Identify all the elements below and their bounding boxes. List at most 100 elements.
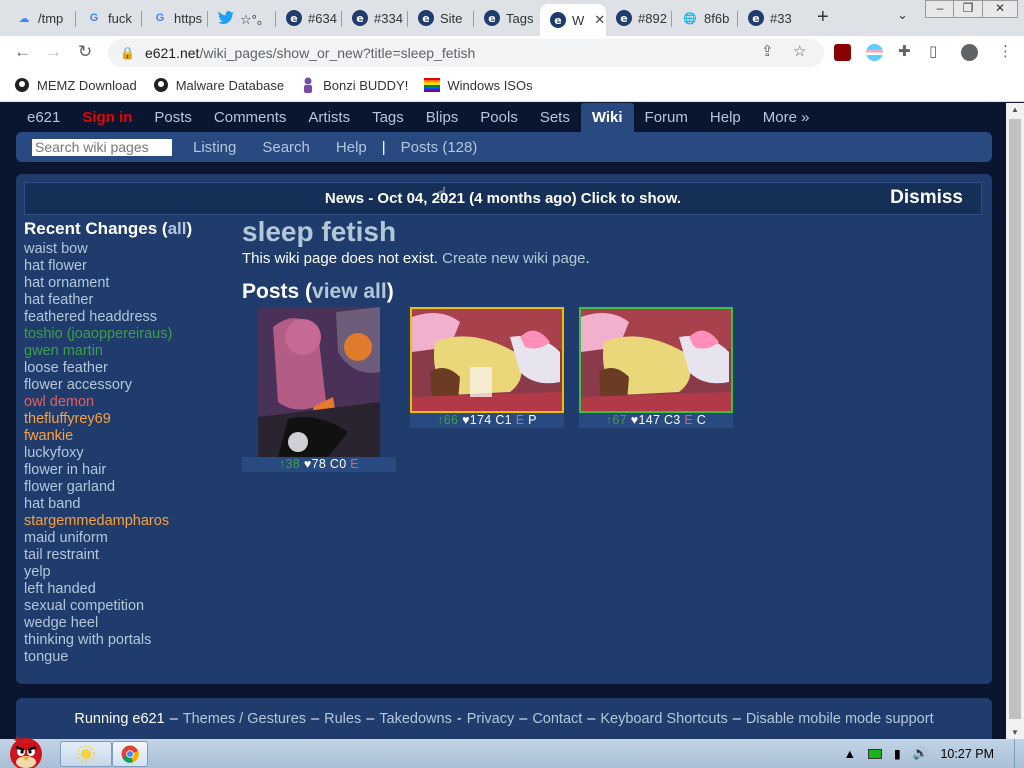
news-banner[interactable]: News - Oct 04, 2021 (4 months ago) Click… bbox=[24, 182, 982, 215]
recent-change-link[interactable]: flower accessory bbox=[24, 377, 224, 394]
recent-change-link[interactable]: loose feather bbox=[24, 360, 224, 377]
forward-arrow-icon[interactable]: → bbox=[45, 42, 62, 62]
post-image[interactable] bbox=[410, 307, 564, 413]
subnav-posts[interactable]: Posts (128) bbox=[388, 139, 491, 156]
show-desktop-button[interactable] bbox=[1014, 739, 1024, 768]
recent-changes-all-link[interactable]: all bbox=[168, 219, 187, 238]
nav-posts[interactable]: Posts bbox=[143, 103, 203, 132]
recent-change-link[interactable]: hat flower bbox=[24, 258, 224, 275]
minimize-button[interactable]: – bbox=[925, 0, 955, 18]
footer-takedowns-link[interactable]: Takedowns bbox=[379, 711, 452, 727]
recent-change-link[interactable]: hat feather bbox=[24, 292, 224, 309]
taskbar-explorer-button[interactable] bbox=[60, 741, 112, 767]
recent-change-link[interactable]: luckyfoxy bbox=[24, 445, 224, 462]
recent-change-link[interactable]: flower in hair bbox=[24, 462, 224, 479]
scroll-up-icon[interactable]: ▲ bbox=[1011, 105, 1019, 114]
browser-tab[interactable]: 🌐 8f6b bbox=[672, 4, 738, 32]
recent-change-link[interactable]: stargemmedampharos bbox=[24, 513, 224, 530]
browser-tab[interactable]: e #634 bbox=[276, 4, 342, 32]
nav-pools[interactable]: Pools bbox=[469, 103, 529, 132]
footer-contact-link[interactable]: Contact bbox=[532, 711, 582, 727]
dismiss-news-button[interactable]: Dismiss bbox=[890, 187, 963, 209]
reload-icon[interactable]: ↻ bbox=[78, 42, 92, 62]
nav-sign-in[interactable]: Sign in bbox=[71, 103, 143, 132]
share-icon[interactable]: ⇪ bbox=[761, 42, 774, 60]
address-bar[interactable]: 🔒 e621.net/wiki_pages/show_or_new?title=… bbox=[108, 39, 824, 67]
recent-change-link[interactable]: waist bow bbox=[24, 241, 224, 258]
battery-icon[interactable] bbox=[868, 748, 883, 759]
create-wiki-page-link[interactable]: Create new wiki page bbox=[442, 250, 585, 267]
browser-tab[interactable]: ☆°。 bbox=[208, 4, 276, 32]
recent-change-link[interactable]: sexual competition bbox=[24, 598, 224, 615]
browser-tab[interactable]: ☁ /tmp bbox=[6, 4, 76, 32]
nav-blips[interactable]: Blips bbox=[415, 103, 470, 132]
browser-tab-active[interactable]: e W ✕ bbox=[540, 4, 606, 36]
tray-expand-icon[interactable]: ▲ bbox=[844, 747, 856, 761]
footer-themes-link[interactable]: Themes / Gestures bbox=[183, 711, 306, 727]
nav-sets[interactable]: Sets bbox=[529, 103, 581, 132]
extension-flag-icon[interactable] bbox=[866, 44, 883, 61]
back-arrow-icon[interactable]: ← bbox=[14, 42, 31, 62]
bookmark-item[interactable]: Bonzi BUDDY! bbox=[300, 77, 408, 93]
post-thumbnail[interactable]: ↑38 ♥78 C0 E bbox=[242, 307, 396, 472]
recent-change-link[interactable]: thinking with portals bbox=[24, 632, 224, 649]
taskbar-chrome-button[interactable] bbox=[112, 741, 148, 767]
scrollbar-thumb[interactable] bbox=[1009, 119, 1021, 719]
bookmark-item[interactable]: Windows ISOs bbox=[424, 77, 533, 93]
recent-change-link[interactable]: flower garland bbox=[24, 479, 224, 496]
maximize-button[interactable]: ❐ bbox=[953, 0, 983, 18]
recent-change-link[interactable]: yelp bbox=[24, 564, 224, 581]
nav-wiki[interactable]: Wiki bbox=[580, 103, 634, 132]
bookmark-item[interactable]: Malware Database bbox=[153, 77, 284, 93]
footer-mobile-mode-link[interactable]: Disable mobile mode support bbox=[746, 711, 934, 727]
nav-tags[interactable]: Tags bbox=[361, 103, 415, 132]
browser-tab[interactable]: e #334 bbox=[342, 4, 408, 32]
recent-change-link[interactable]: thefluffyrey69 bbox=[24, 411, 224, 428]
scroll-down-icon[interactable]: ▼ bbox=[1011, 728, 1019, 737]
recent-change-link[interactable]: maid uniform bbox=[24, 530, 224, 547]
post-thumbnail[interactable]: ↑67 ♥147 C3 E C bbox=[579, 307, 733, 428]
ublock-icon[interactable] bbox=[834, 44, 851, 61]
recent-change-link[interactable]: toshio (joaoppereiraus) bbox=[24, 326, 224, 343]
browser-tab[interactable]: e #892 bbox=[606, 4, 672, 32]
news-text[interactable]: News - Oct 04, 2021 (4 months ago) Click… bbox=[325, 190, 681, 207]
close-tab-icon[interactable]: ✕ bbox=[594, 12, 605, 28]
subnav-help[interactable]: Help bbox=[323, 139, 380, 156]
recent-change-link[interactable]: hat ornament bbox=[24, 275, 224, 292]
post-image[interactable] bbox=[258, 307, 380, 457]
extensions-puzzle-icon[interactable]: ✚ bbox=[898, 42, 911, 60]
bookmark-star-icon[interactable]: ☆ bbox=[793, 42, 806, 60]
recent-change-link[interactable]: left handed bbox=[24, 581, 224, 598]
footer-shortcuts-link[interactable]: Keyboard Shortcuts bbox=[600, 711, 727, 727]
browser-tab[interactable]: G fuck bbox=[76, 4, 142, 32]
nav-logo[interactable]: e621 bbox=[16, 103, 71, 132]
nav-forum[interactable]: Forum bbox=[634, 103, 699, 132]
tab-search-chevron-icon[interactable]: ⌄ bbox=[897, 7, 908, 23]
nav-artists[interactable]: Artists bbox=[297, 103, 361, 132]
post-image[interactable] bbox=[579, 307, 733, 413]
kebab-menu-icon[interactable]: ⋮ bbox=[998, 42, 1013, 60]
network-icon[interactable]: ▮ bbox=[894, 746, 901, 761]
footer-privacy-link[interactable]: Privacy bbox=[467, 711, 515, 727]
post-thumbnail[interactable]: ↑66 ♥174 C1 E P bbox=[410, 307, 564, 428]
wiki-search-input[interactable] bbox=[32, 138, 172, 156]
recent-change-link[interactable]: wedge heel bbox=[24, 615, 224, 632]
nav-help[interactable]: Help bbox=[699, 103, 752, 132]
recent-change-link[interactable]: tail restraint bbox=[24, 547, 224, 564]
browser-tab[interactable]: e Tags bbox=[474, 4, 538, 32]
start-button-angry-bird-icon[interactable] bbox=[2, 730, 50, 768]
subnav-listing[interactable]: Listing bbox=[180, 139, 249, 156]
clock[interactable]: 10:27 PM bbox=[940, 747, 994, 761]
profile-avatar[interactable] bbox=[961, 44, 978, 61]
browser-tab[interactable]: e #33 bbox=[738, 4, 804, 32]
footer-rules-link[interactable]: Rules bbox=[324, 711, 361, 727]
bookmark-item[interactable]: MEMZ Download bbox=[14, 77, 137, 93]
recent-change-link[interactable]: gwen martin bbox=[24, 343, 224, 360]
recent-change-link[interactable]: hat band bbox=[24, 496, 224, 513]
nav-more[interactable]: More » bbox=[752, 103, 821, 132]
recent-change-link[interactable]: feathered headdress bbox=[24, 309, 224, 326]
browser-tab[interactable]: e Site bbox=[408, 4, 474, 32]
close-window-button[interactable]: ✕ bbox=[982, 0, 1018, 18]
recent-change-link[interactable]: owl demon bbox=[24, 394, 224, 411]
view-all-posts-link[interactable]: view all bbox=[312, 280, 387, 303]
